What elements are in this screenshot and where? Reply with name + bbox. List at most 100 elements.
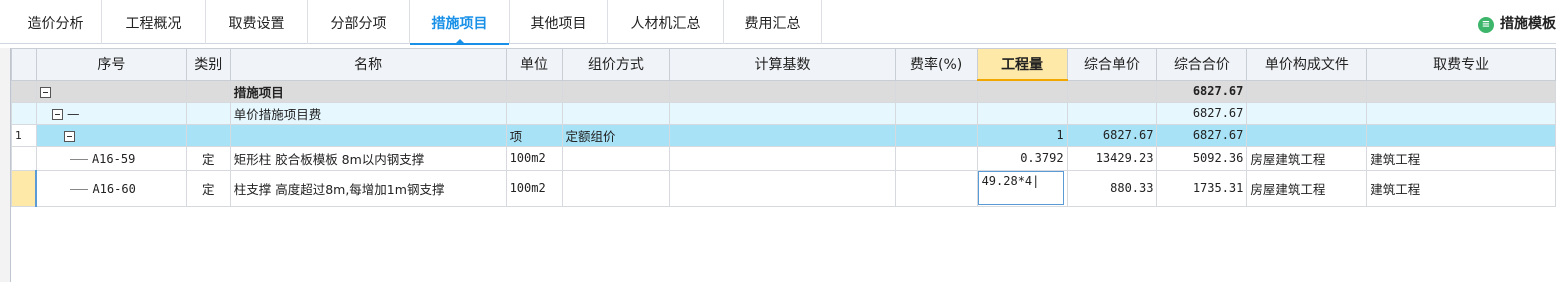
col-header-name[interactable]: 名称 <box>229 48 507 81</box>
tree-branch-line <box>70 188 89 190</box>
cell-unit[interactable]: 项 <box>505 123 563 147</box>
collapse-toggle-icon[interactable] <box>51 108 63 120</box>
cell-rate[interactable] <box>894 169 978 207</box>
tab-labor-material-summary[interactable]: 人材机汇总 <box>608 0 724 44</box>
table-row[interactable]: — 单价措施项目费 6827.67 <box>11 101 1556 125</box>
cell-seq <box>35 123 187 147</box>
tab-project-overview[interactable]: 工程概况 <box>102 0 206 44</box>
cell-rate[interactable] <box>894 101 978 125</box>
row-number <box>11 145 37 171</box>
cell-base[interactable] <box>669 145 896 171</box>
cell-price-file[interactable]: 房屋建筑工程 <box>1246 145 1368 171</box>
cell-total: 1735.31 <box>1156 169 1248 207</box>
col-header-total[interactable]: 综合合价 <box>1156 48 1248 81</box>
cell-method[interactable] <box>561 79 671 103</box>
cell-base[interactable] <box>669 169 896 207</box>
cell-total: 5092.36 <box>1156 145 1248 171</box>
cell-price-file[interactable] <box>1246 123 1368 147</box>
cell-base[interactable] <box>669 123 896 147</box>
cell-fee-major[interactable] <box>1366 101 1556 125</box>
cell-name[interactable]: 矩形柱 胶合板模板 8m以内钢支撑 <box>229 145 507 171</box>
measure-items-grid: 序号 类别 名称 单位 组价方式 计算基数 费率(%) 工程量 综合单价 综合合… <box>10 48 1556 282</box>
cell-quantity[interactable]: 0.3792 <box>976 145 1068 171</box>
col-header-unit-price[interactable]: 综合单价 <box>1066 48 1158 81</box>
cell-unit[interactable]: 100m2 <box>505 169 563 207</box>
tab-other-items[interactable]: 其他项目 <box>510 0 608 44</box>
row-header-strip <box>0 48 10 282</box>
cell-total: 6827.67 <box>1156 101 1248 125</box>
row-number <box>11 79 37 103</box>
cell-fee-major[interactable]: 建筑工程 <box>1366 169 1556 207</box>
cell-price-file[interactable]: 房屋建筑工程 <box>1246 169 1368 207</box>
tab-sub-items[interactable]: 分部分项 <box>308 0 410 44</box>
cell-method[interactable]: 定额组价 <box>561 123 671 147</box>
cell-rate[interactable] <box>894 79 978 103</box>
cell-total: 6827.67 <box>1156 123 1248 147</box>
cell-quantity[interactable]: 1 <box>976 123 1068 147</box>
cell-name[interactable]: 柱支撑 高度超过8m,每增加1m钢支撑 <box>229 169 507 207</box>
cell-unit[interactable] <box>505 101 563 125</box>
col-header-base[interactable]: 计算基数 <box>669 48 896 81</box>
cell-name[interactable]: 单价措施项目费 <box>229 101 507 125</box>
col-header-fee-major[interactable]: 取费专业 <box>1366 48 1556 81</box>
tab-fee-settings[interactable]: 取费设置 <box>206 0 308 44</box>
cell-rate[interactable] <box>894 145 978 171</box>
cell-quantity[interactable] <box>976 79 1068 103</box>
col-header-method[interactable]: 组价方式 <box>561 48 671 81</box>
cell-seq: A16-60 <box>35 169 187 207</box>
cell-type: 定 <box>185 169 231 207</box>
cell-fee-major[interactable]: 建筑工程 <box>1366 145 1556 171</box>
tab-bar: 造价分析 工程概况 取费设置 分部分项 措施项目 其他项目 人材机汇总 费用汇总… <box>0 0 1556 45</box>
col-header-type[interactable]: 类别 <box>185 48 231 81</box>
table-row[interactable]: A16-60 定 柱支撑 高度超过8m,每增加1m钢支撑 100m2 49.28… <box>11 169 1556 207</box>
cell-type <box>185 79 231 103</box>
cell-type <box>185 101 231 125</box>
cell-price-file[interactable] <box>1246 79 1368 103</box>
measure-template-button[interactable]: ≡ 措施模板 <box>1478 0 1556 44</box>
cell-type: 定 <box>185 145 231 171</box>
cell-name[interactable]: 措施项目 <box>229 79 507 103</box>
cell-total: 6827.67 <box>1156 79 1248 103</box>
collapse-toggle-icon[interactable] <box>39 86 51 98</box>
tab-cost-analysis[interactable]: 造价分析 <box>10 0 102 44</box>
cell-unit[interactable] <box>505 79 563 103</box>
table-row[interactable]: A16-59 定 矩形柱 胶合板模板 8m以内钢支撑 100m2 0.3792 … <box>11 145 1556 171</box>
cell-unit-price: 880.33 <box>1066 169 1158 207</box>
collapse-toggle-icon[interactable] <box>63 130 75 142</box>
cell-fee-major[interactable] <box>1366 123 1556 147</box>
tab-measure-items[interactable]: 措施项目 <box>410 0 510 45</box>
row-number: 1 <box>11 123 37 147</box>
cell-quantity[interactable] <box>976 101 1068 125</box>
cell-method[interactable] <box>561 101 671 125</box>
cell-seq: A16-59 <box>35 145 187 171</box>
cell-base[interactable] <box>669 101 896 125</box>
cell-base[interactable] <box>669 79 896 103</box>
cell-rate[interactable] <box>894 123 978 147</box>
row-number <box>11 101 37 125</box>
measure-items-table: 序号 类别 名称 单位 组价方式 计算基数 费率(%) 工程量 综合单价 综合合… <box>11 48 1556 207</box>
table-row[interactable]: 措施项目 6827.67 <box>11 79 1556 103</box>
col-header-quantity[interactable]: 工程量 <box>976 48 1068 81</box>
cell-unit[interactable]: 100m2 <box>505 145 563 171</box>
cell-unit-price: 13429.23 <box>1066 145 1158 171</box>
cell-unit-price <box>1066 79 1158 103</box>
col-header-unit[interactable]: 单位 <box>505 48 563 81</box>
col-header-rate[interactable]: 费率(%) <box>894 48 978 81</box>
col-header-seq[interactable]: 序号 <box>35 48 187 81</box>
col-header-price-file[interactable]: 单价构成文件 <box>1246 48 1368 81</box>
cell-method[interactable] <box>561 169 671 207</box>
cell-unit-price <box>1066 101 1158 125</box>
cell-method[interactable] <box>561 145 671 171</box>
cell-price-file[interactable] <box>1246 101 1368 125</box>
tree-branch-line <box>69 158 88 160</box>
tab-cost-summary[interactable]: 费用汇总 <box>724 0 822 44</box>
row-number <box>11 169 38 207</box>
cell-name[interactable] <box>229 123 507 147</box>
header-row: 序号 类别 名称 单位 组价方式 计算基数 费率(%) 工程量 综合单价 综合合… <box>11 48 1556 81</box>
cell-quantity[interactable]: 49.28*4| <box>976 169 1068 207</box>
cell-seq: — <box>35 101 187 125</box>
cell-fee-major[interactable] <box>1366 79 1556 103</box>
quantity-edit-field[interactable]: 49.28*4| <box>978 171 1064 205</box>
cell-type <box>185 123 231 147</box>
table-row[interactable]: 1 项 定额组价 1 6827.67 6827.67 <box>11 123 1556 147</box>
